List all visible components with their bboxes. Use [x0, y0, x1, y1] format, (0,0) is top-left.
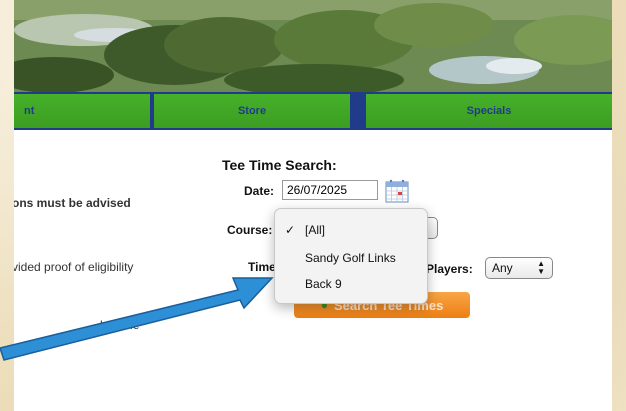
pointer-arrow-icon — [0, 277, 274, 361]
